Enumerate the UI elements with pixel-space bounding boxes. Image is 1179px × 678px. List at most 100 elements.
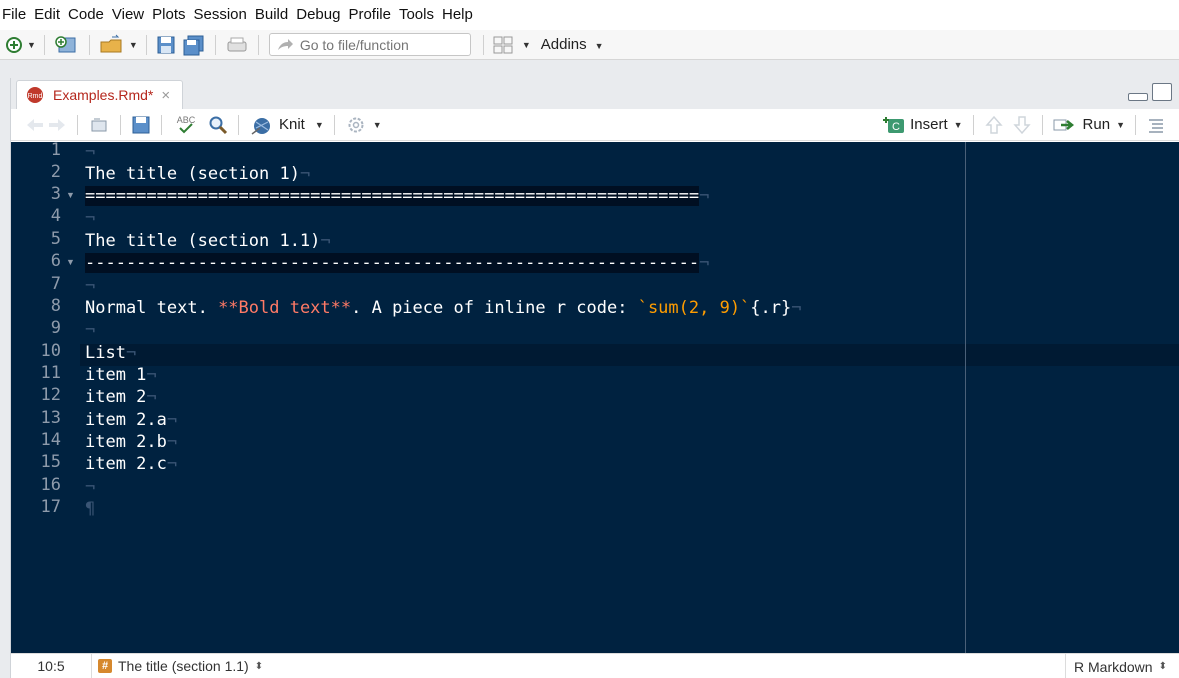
menu-edit[interactable]: Edit xyxy=(30,0,64,30)
print-button[interactable] xyxy=(222,33,252,57)
fold-chevron-icon[interactable]: ▼ xyxy=(66,190,75,200)
tab-examples-rmd[interactable]: Rmd Examples.Rmd* × xyxy=(16,80,183,109)
toolbar-divider xyxy=(120,114,121,135)
code-line: ¬ xyxy=(85,142,96,162)
new-file-button[interactable]: ▼ xyxy=(2,33,38,57)
menu-tools[interactable]: Tools xyxy=(395,0,438,30)
knit-button[interactable]: Knit ▼ xyxy=(245,112,328,138)
knit-yarn-icon xyxy=(251,117,270,135)
print-margin xyxy=(965,142,966,653)
arrow-down-icon xyxy=(1012,115,1031,134)
previous-chunk-button[interactable] xyxy=(980,112,1008,138)
goto-file-function[interactable] xyxy=(268,33,471,56)
line-number: 6 xyxy=(50,251,61,271)
status-divider xyxy=(91,653,92,678)
line-number: 4 xyxy=(50,206,61,226)
line-number: 14 xyxy=(40,430,61,450)
code-line: ¬ xyxy=(85,276,96,296)
show-in-window-button[interactable] xyxy=(84,112,114,138)
code-line: ----------------------------------------… xyxy=(85,253,710,273)
arrow-right-icon xyxy=(277,38,293,50)
code-line: item 2.b¬ xyxy=(85,432,178,452)
file-type-label: R Markdown xyxy=(1074,658,1153,675)
open-file-button[interactable]: ▼ xyxy=(96,33,140,57)
pane-layout-button[interactable]: ▼ xyxy=(490,33,533,57)
spellcheck-button[interactable]: ABC xyxy=(168,112,204,138)
menu-plots[interactable]: Plots xyxy=(148,0,189,30)
save-button[interactable] xyxy=(153,33,179,57)
menu-help[interactable]: Help xyxy=(438,0,477,30)
run-arrow-icon xyxy=(1053,119,1074,130)
spellcheck-icon: ABC xyxy=(177,115,196,133)
run-label: Run xyxy=(1082,116,1111,133)
updown-chevron-icon: ⬍ xyxy=(1158,661,1167,672)
chevron-down-icon: ▼ xyxy=(594,41,604,51)
line-number: 12 xyxy=(40,385,61,405)
menubar: File Edit Code View Plots Session Build … xyxy=(0,0,1179,30)
save-icon xyxy=(132,116,150,133)
line-number: 2 xyxy=(50,162,61,182)
cursor-position: 10:5 xyxy=(37,658,65,674)
menu-file[interactable]: File xyxy=(0,0,30,30)
code-line: ========================================… xyxy=(85,186,710,206)
code-line: item 2.a¬ xyxy=(85,410,178,430)
new-project-button[interactable] xyxy=(51,33,83,57)
code-line: item 2¬ xyxy=(85,387,157,407)
code-line: The title (section 1.1)¬ xyxy=(85,231,331,251)
code-line: ¶ xyxy=(85,499,96,519)
line-number: 17 xyxy=(40,497,61,517)
toolbar-divider xyxy=(972,114,974,135)
minimize-pane-button[interactable] xyxy=(1128,93,1148,101)
run-button[interactable]: Run ▼ xyxy=(1049,112,1129,138)
code-line: List¬ xyxy=(85,343,137,363)
line-number: 10 xyxy=(40,341,61,361)
fold-chevron-icon[interactable]: ▼ xyxy=(66,257,75,267)
toolbar-divider xyxy=(43,34,45,55)
settings-button[interactable]: ▼ xyxy=(341,112,386,138)
chevron-down-icon: ▼ xyxy=(521,39,531,50)
toolbar-divider xyxy=(214,34,216,55)
grid-layout-icon xyxy=(493,36,513,53)
chevron-down-icon: ▼ xyxy=(372,119,382,130)
find-replace-button[interactable] xyxy=(204,112,232,138)
insert-chunk-button[interactable]: C Insert ▼ xyxy=(878,112,966,138)
line-number: 16 xyxy=(40,475,61,495)
code-editor[interactable]: 1 2 3 ▼ 4 5 6 ▼ 7 8 9 10 11 12 13 14 15 … xyxy=(11,142,1179,653)
document-outline-button[interactable] xyxy=(1142,112,1170,138)
svg-text:ABC: ABC xyxy=(177,115,196,125)
code-line: item 2.c¬ xyxy=(85,454,178,474)
menu-view[interactable]: View xyxy=(108,0,148,30)
line-number: 7 xyxy=(50,274,61,294)
line-number: 5 xyxy=(50,229,61,249)
toolbar-divider xyxy=(333,114,335,135)
next-chunk-button[interactable] xyxy=(1008,112,1036,138)
section-navigator[interactable]: # The title (section 1.1) ⬍ xyxy=(98,658,263,674)
line-number: 8 xyxy=(50,296,61,316)
chevron-down-icon: ▼ xyxy=(1116,119,1125,130)
source-pane: Rmd Examples.Rmd* × ABC Knit ▼ ▼ C Inser… xyxy=(10,78,1179,678)
forward-button[interactable] xyxy=(43,112,71,138)
addins-menu[interactable]: Addins ▼ xyxy=(541,36,604,53)
popout-icon xyxy=(91,118,107,131)
maximize-pane-button[interactable] xyxy=(1152,83,1172,101)
menu-session[interactable]: Session xyxy=(190,0,251,30)
pane-gap xyxy=(0,61,1179,78)
code-line: Normal text. **Bold text**. A piece of i… xyxy=(85,298,802,318)
close-icon[interactable]: × xyxy=(161,87,170,104)
menu-build[interactable]: Build xyxy=(251,0,292,30)
plus-circle-icon xyxy=(6,36,22,53)
file-type-selector[interactable]: R Markdown ⬍ xyxy=(1065,654,1179,678)
goto-input[interactable] xyxy=(299,36,470,53)
save-file-button[interactable] xyxy=(127,112,155,138)
chevron-down-icon: ▼ xyxy=(953,119,963,130)
menu-profile[interactable]: Profile xyxy=(344,0,395,30)
section-hash-icon: # xyxy=(98,659,112,673)
code-line: ¬ xyxy=(85,208,96,228)
save-all-button[interactable] xyxy=(179,33,209,57)
arrow-left-icon xyxy=(27,118,43,131)
menu-code[interactable]: Code xyxy=(64,0,108,30)
addins-label: Addins xyxy=(540,36,587,53)
line-number: 13 xyxy=(40,408,61,428)
code-line: ¬ xyxy=(85,320,96,340)
menu-debug[interactable]: Debug xyxy=(292,0,344,30)
